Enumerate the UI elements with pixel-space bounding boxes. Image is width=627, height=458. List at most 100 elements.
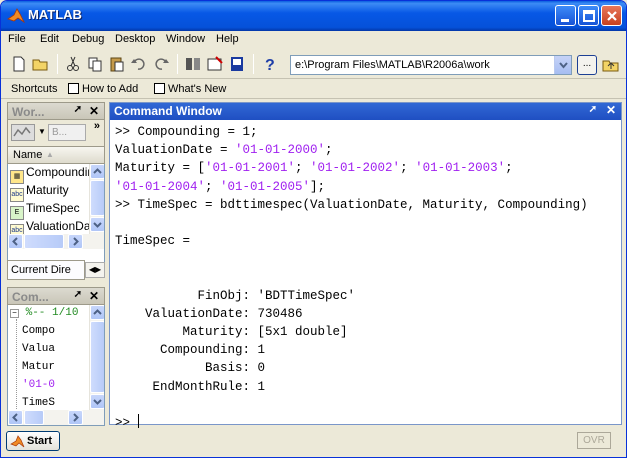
current-directory-value: e:\Program Files\MATLAB\R2006a\work — [295, 59, 490, 71]
code-text: ; — [295, 161, 311, 176]
window-title: MATLAB — [28, 7, 82, 22]
undo-icon[interactable] — [129, 54, 149, 74]
command-output-line: >> Compounding = 1; — [115, 123, 620, 141]
workspace-variable-list: ▦ Compounding abc Maturity E TimeSpec abc Va… — [7, 164, 105, 267]
history-item[interactable]: Compo — [22, 325, 55, 337]
plot-selector-icon[interactable] — [11, 124, 35, 141]
undock-icon[interactable]: ➚ — [74, 104, 82, 115]
shortcut-whats-new[interactable]: What's New — [168, 83, 226, 95]
list-item[interactable]: abc Maturity — [10, 183, 69, 202]
help-icon[interactable]: ? — [259, 54, 279, 74]
menu-edit[interactable]: Edit — [40, 33, 59, 45]
copy-icon[interactable] — [85, 54, 105, 74]
history-vertical-scrollbar[interactable] — [89, 305, 104, 410]
history-session-header[interactable]: − %-- 1/10 — [10, 307, 78, 319]
tab-scroll-arrows[interactable]: ◀▶ — [85, 262, 105, 278]
scroll-down-button[interactable] — [90, 217, 104, 232]
close-icon[interactable]: ✕ — [606, 103, 616, 117]
scroll-thumb[interactable] — [90, 321, 104, 393]
close-button[interactable] — [601, 5, 622, 26]
chevron-down-icon[interactable]: ▼ — [38, 127, 46, 136]
current-directory-tab[interactable]: Current Dire — [7, 260, 85, 280]
command-window[interactable]: Command Window ➚ ✕ >> Compounding = 1; Va… — [109, 102, 622, 430]
matrix-icon: ▦ — [10, 170, 24, 184]
history-item[interactable]: Matur — [22, 361, 55, 373]
scroll-thumb[interactable] — [90, 180, 104, 216]
undock-icon[interactable]: ➚ — [74, 289, 82, 300]
paste-icon[interactable] — [107, 54, 127, 74]
redo-icon[interactable] — [151, 54, 171, 74]
scroll-down-button[interactable] — [90, 394, 104, 409]
command-output[interactable]: >> Compounding = 1; ValuationDate = '01-0… — [115, 123, 620, 432]
shortcut-link-icon — [68, 83, 79, 94]
title-bar[interactable]: MATLAB — [1, 1, 626, 31]
workspace-vertical-scrollbar[interactable] — [89, 164, 104, 234]
history-item[interactable]: '01-0 — [22, 379, 55, 391]
string-literal: '01-01-2003' — [415, 161, 506, 176]
code-text: FinObj: 'BDTTimeSpec' — [115, 288, 356, 303]
new-file-icon[interactable] — [9, 54, 29, 74]
menu-debug[interactable]: Debug — [72, 33, 104, 45]
directory-dropdown-button[interactable] — [554, 56, 571, 74]
scroll-up-button[interactable] — [90, 164, 104, 179]
tree-line — [16, 319, 17, 409]
scroll-right-button[interactable] — [68, 410, 83, 425]
menu-file[interactable]: File — [8, 33, 26, 45]
command-output-line: Maturity = ['01-01-2001'; '01-01-2002'; … — [115, 159, 620, 177]
workspace-column-header[interactable]: Name ▲ — [7, 146, 105, 164]
toolbar: ? e:\Program Files\MATLAB\R2006a\work ..… — [1, 49, 626, 79]
matlab-window: MATLAB File Edit Debug Desktop Window He… — [0, 0, 627, 458]
list-item[interactable]: ▦ Compounding — [10, 165, 101, 184]
up-directory-icon[interactable] — [601, 55, 621, 75]
command-output-line: >> TimeSpec = bdttimespec(ValuationDate,… — [115, 196, 620, 214]
simulink-icon[interactable] — [183, 54, 203, 74]
minimize-button[interactable] — [555, 5, 576, 26]
collapse-icon[interactable]: − — [10, 309, 19, 318]
code-text: ; — [205, 179, 221, 194]
toolbar-separator — [57, 54, 58, 74]
menu-help[interactable]: Help — [216, 33, 239, 45]
shortcut-how-to-add[interactable]: How to Add — [82, 83, 138, 95]
list-item[interactable]: E TimeSpec — [10, 201, 80, 220]
code-text: TimeSpec = — [115, 234, 191, 249]
close-icon[interactable]: ✕ — [89, 104, 99, 118]
cut-icon[interactable] — [63, 54, 83, 74]
scroll-thumb[interactable] — [24, 234, 64, 249]
workspace-title: Wor... — [12, 105, 45, 119]
start-button[interactable]: Start — [6, 431, 60, 451]
guide-icon[interactable] — [205, 54, 225, 74]
string-icon: abc — [10, 188, 24, 202]
current-directory-field[interactable]: e:\Program Files\MATLAB\R2006a\work — [290, 55, 572, 75]
text-cursor — [137, 414, 139, 428]
scroll-thumb[interactable] — [24, 410, 44, 425]
scroll-left-button[interactable] — [8, 234, 23, 249]
command-output-line — [115, 396, 620, 414]
command-prompt: >> — [115, 416, 138, 430]
workspace-toolbar: ▼ B... » — [7, 120, 105, 146]
menu-bar: File Edit Debug Desktop Window Help — [1, 31, 626, 49]
status-bar: Start OVR — [1, 429, 626, 457]
scroll-up-button[interactable] — [90, 305, 104, 320]
sort-asc-icon: ▲ — [46, 150, 54, 159]
command-history-title: Com... — [12, 290, 49, 304]
code-text: ValuationDate = — [115, 143, 236, 158]
history-item[interactable]: TimeS — [22, 397, 55, 409]
menu-window[interactable]: Window — [166, 33, 205, 45]
list-item[interactable]: abc ValuationDate — [10, 219, 101, 238]
maximize-button[interactable] — [578, 5, 599, 26]
history-horizontal-scrollbar[interactable] — [8, 410, 104, 425]
profiler-icon[interactable] — [227, 54, 247, 74]
workspace-horizontal-scrollbar[interactable] — [8, 234, 104, 249]
open-folder-icon[interactable] — [31, 54, 51, 74]
command-output-line: ValuationDate: 730486 — [115, 305, 620, 323]
menu-desktop[interactable]: Desktop — [115, 33, 155, 45]
stack-selector[interactable]: B... — [48, 124, 86, 141]
close-icon[interactable]: ✕ — [89, 289, 99, 303]
struct-icon: E — [10, 206, 24, 220]
browse-directory-button[interactable]: ... — [577, 55, 597, 75]
history-item[interactable]: Valua — [22, 343, 55, 355]
scroll-left-button[interactable] — [8, 410, 23, 425]
scroll-right-button[interactable] — [68, 234, 83, 249]
undock-icon[interactable]: ➚ — [589, 104, 597, 115]
toolbar-overflow-icon[interactable]: » — [94, 120, 100, 132]
